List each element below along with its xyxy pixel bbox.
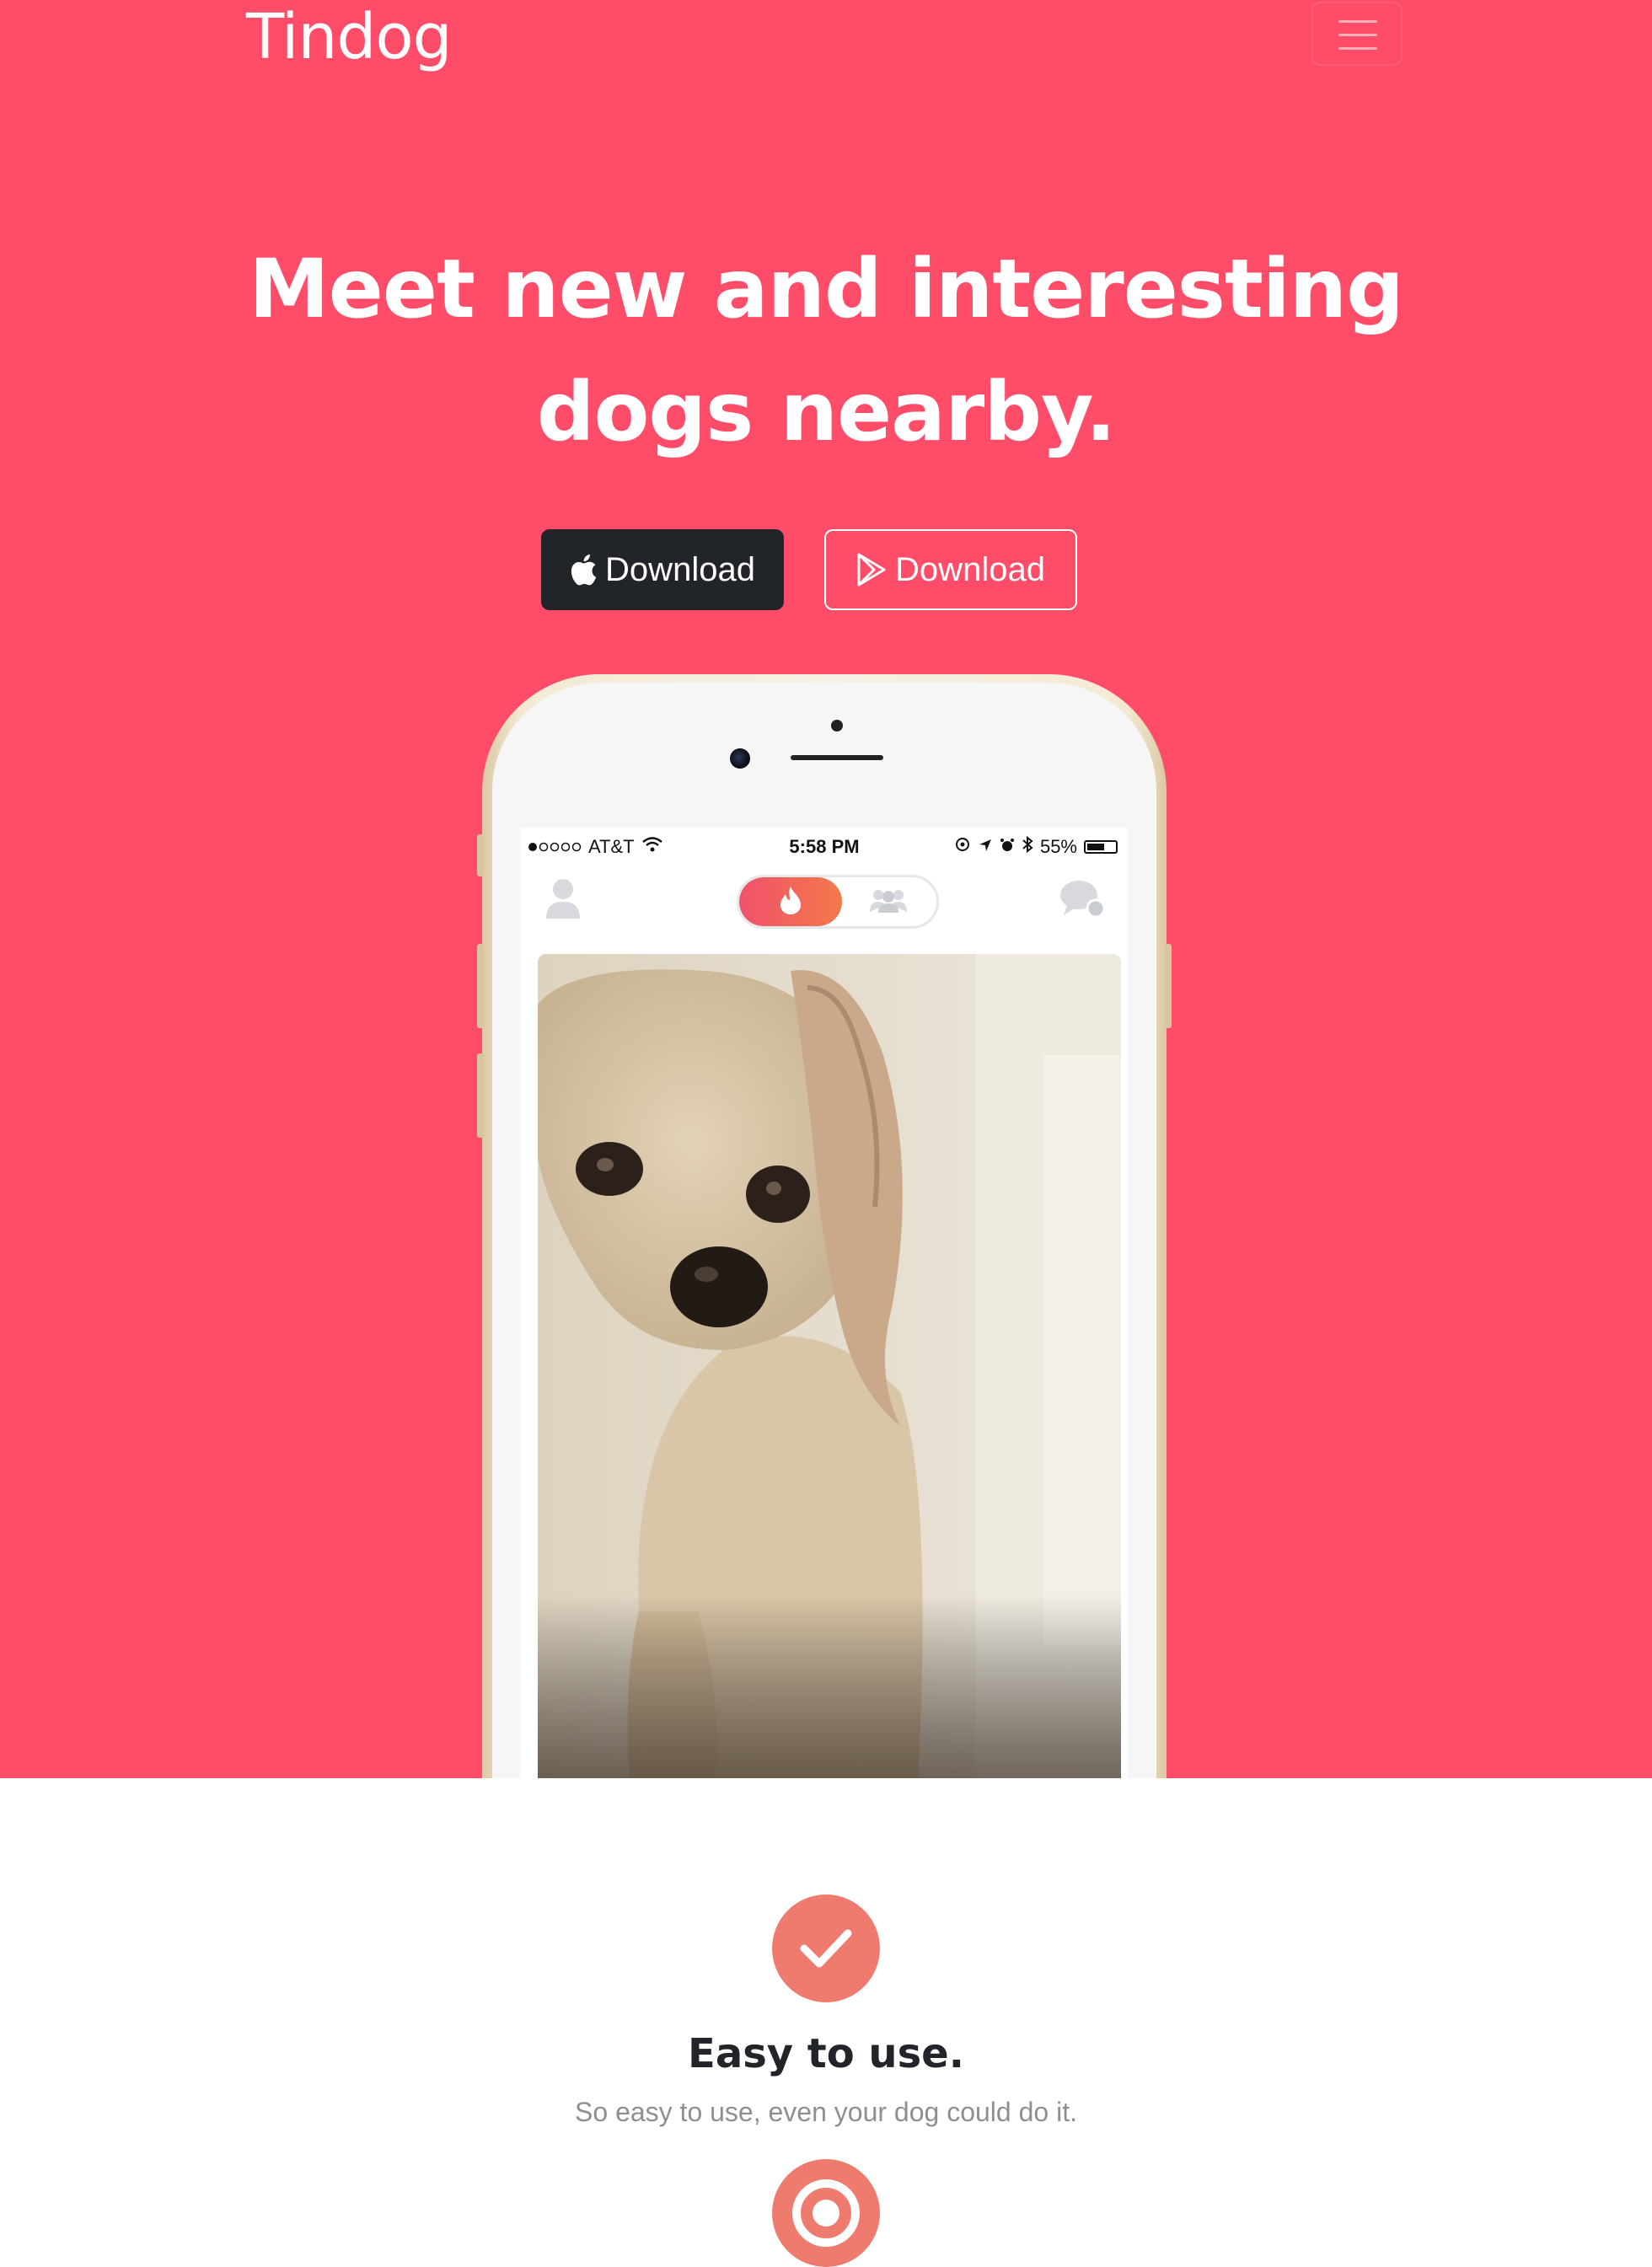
apple-download-button[interactable]: Download: [541, 529, 784, 610]
battery-icon: [1084, 840, 1118, 854]
phone-screen: AT&T 5:58 PM 55%: [521, 828, 1128, 1778]
google-play-icon: [856, 553, 887, 587]
rotation-lock-icon: [954, 836, 971, 858]
hero-heading: Meet new and interesting dogs nearby.: [177, 228, 1475, 474]
hero-heading-line-2: dogs nearby.: [536, 365, 1116, 459]
phone-side-button: [477, 834, 484, 876]
bullseye-center: [813, 2200, 839, 2227]
chat-icon[interactable]: [1059, 878, 1106, 924]
apple-icon: [570, 554, 597, 586]
dog-profile-photo[interactable]: [538, 954, 1121, 1778]
bluetooth-icon: [1022, 835, 1033, 858]
hamburger-icon-line: [1338, 34, 1377, 36]
apple-download-label: Download: [605, 550, 755, 588]
iphone-mockup: AT&T 5:58 PM 55%: [477, 674, 1172, 1778]
google-play-download-button[interactable]: Download: [824, 529, 1077, 610]
profile-icon[interactable]: [544, 876, 582, 924]
group-icon: [866, 887, 910, 918]
phone-earpiece: [791, 755, 883, 760]
check-circle-icon: [772, 1895, 880, 2002]
discover-toggle[interactable]: [737, 875, 939, 929]
hamburger-icon-line: [1338, 20, 1377, 23]
hamburger-icon-line: [1338, 47, 1377, 50]
google-play-download-label: Download: [895, 550, 1045, 588]
battery-percentage: 55%: [1039, 836, 1077, 857]
phone-front: AT&T 5:58 PM 55%: [492, 683, 1156, 1778]
title-section: Tindog Meet new and interesting dogs nea…: [0, 0, 1652, 1778]
social-tab[interactable]: [840, 877, 936, 926]
phone-volume-down-button: [477, 1053, 484, 1138]
bullseye-icon: [772, 2159, 880, 2267]
alarm-icon: [1000, 836, 1015, 858]
phone-volume-up-button: [477, 944, 484, 1028]
phone-camera: [730, 748, 750, 769]
location-icon: [978, 836, 993, 858]
feature-description: So easy to use, even your dog could do i…: [575, 2097, 1077, 2127]
flame-icon: [778, 885, 803, 919]
app-top-bar: [521, 870, 1128, 937]
navbar-toggler-button[interactable]: [1311, 2, 1403, 66]
hero-heading-line-1: Meet new and interesting: [249, 242, 1404, 336]
status-bar: AT&T 5:58 PM 55%: [521, 828, 1128, 861]
phone-power-button: [1165, 944, 1172, 1028]
navbar-brand[interactable]: Tindog: [246, 2, 453, 72]
phone-sensor: [831, 720, 843, 732]
discover-tab-active[interactable]: [739, 877, 842, 926]
feature-title: Easy to use.: [688, 2030, 964, 2077]
